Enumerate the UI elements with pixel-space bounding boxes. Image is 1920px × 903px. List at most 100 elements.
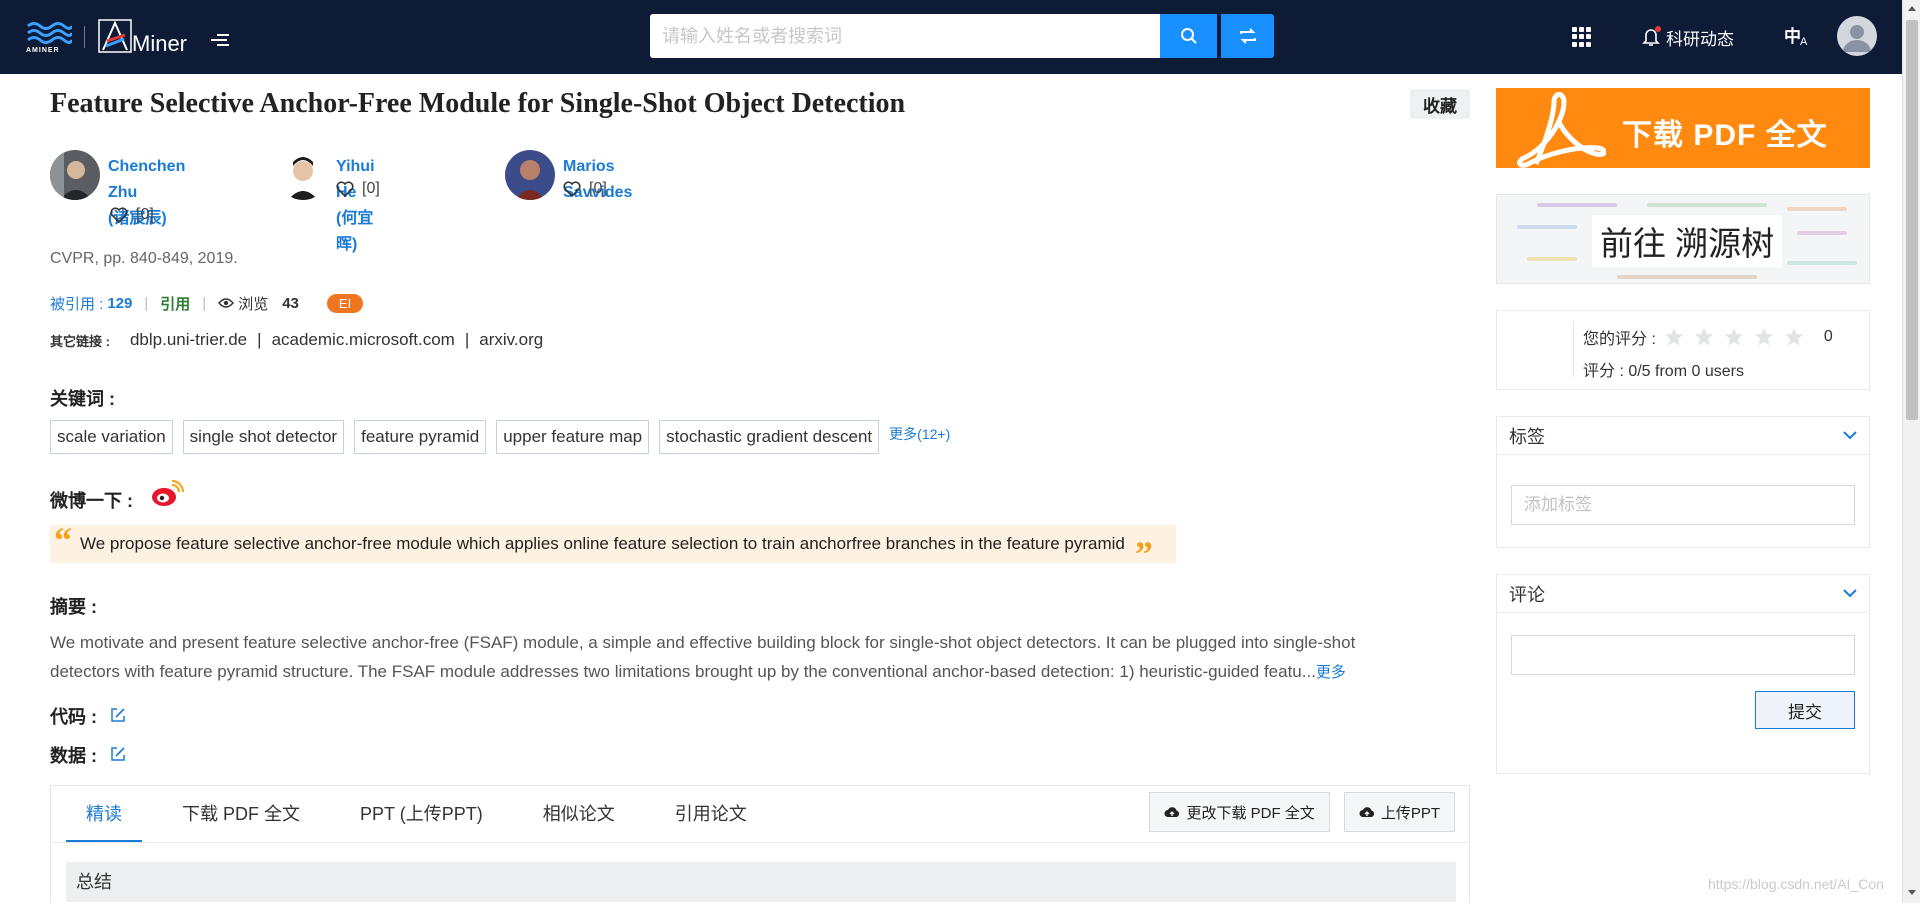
search-button[interactable] xyxy=(1160,14,1217,58)
download-pdf-banner-label: 下载 PDF 全文 xyxy=(1622,119,1828,152)
stats-divider: | xyxy=(144,294,149,312)
heart-icon xyxy=(563,181,581,197)
language-switch[interactable]: 中 A xyxy=(1784,22,1814,52)
lang-en-label: A xyxy=(1800,36,1808,48)
star-icon[interactable] xyxy=(1664,327,1684,347)
edit-icon[interactable] xyxy=(110,746,126,762)
app-name[interactable]: Miner xyxy=(132,31,187,57)
user-icon xyxy=(1843,25,1871,52)
paper-title: Feature Selective Anchor-Free Module for… xyxy=(50,88,906,119)
keyword-tag[interactable]: upper feature map xyxy=(496,420,650,454)
aminer-logo-icon[interactable] xyxy=(98,19,132,53)
swap-icon xyxy=(1239,28,1256,44)
author-like[interactable]: [0] xyxy=(110,206,154,224)
tab-similar-papers[interactable]: 相似论文 xyxy=(523,786,635,842)
keyword-tag[interactable]: stochastic gradient descent xyxy=(659,420,880,454)
upload-ppt-button[interactable]: 上传PPT xyxy=(1343,792,1455,832)
weibo-icon[interactable] xyxy=(150,480,184,508)
star-icon[interactable] xyxy=(1754,327,1774,347)
external-link[interactable]: arxiv.org xyxy=(479,330,543,350)
notification-dot xyxy=(1655,26,1661,32)
tags-card-title: 标签 xyxy=(1509,426,1545,447)
cited-by-count[interactable]: 129 xyxy=(107,295,132,312)
author-photo[interactable] xyxy=(278,150,328,200)
submit-comment-button[interactable]: 提交 xyxy=(1755,691,1855,729)
author-like-count: [0] xyxy=(136,206,154,223)
views-stat: 浏览 43 xyxy=(218,293,299,314)
lang-zh-label: 中 xyxy=(1784,27,1801,46)
comment-input[interactable] xyxy=(1511,635,1855,675)
ei-badge: EI xyxy=(326,293,364,313)
tags-card-header[interactable]: 标签 xyxy=(1497,417,1869,455)
tab-close-reading[interactable]: 精读 xyxy=(66,786,142,842)
rating-row: 您的评分 : 0 xyxy=(1583,325,1833,349)
scroll-down-arrow[interactable] xyxy=(1908,890,1916,895)
external-link[interactable]: academic.microsoft.com xyxy=(272,330,455,350)
chevron-down-icon[interactable] xyxy=(1843,589,1857,598)
keyword-tag[interactable]: single shot detector xyxy=(182,420,345,454)
trace-tree-banner[interactable]: 前往 溯源树 xyxy=(1496,194,1870,284)
summary-section: 总结 xyxy=(66,862,1456,902)
top-nav-bar: AMINER Miner 科研动态 中 A xyxy=(0,0,1902,74)
comments-card-header[interactable]: 评论 xyxy=(1497,575,1869,613)
keywords-heading: 关键词 : xyxy=(50,389,115,409)
author-like-count: [0] xyxy=(589,180,607,197)
download-pdf-banner[interactable]: 下载 PDF 全文 xyxy=(1496,88,1870,168)
scroll-up-arrow[interactable] xyxy=(1908,6,1916,11)
author-photo[interactable] xyxy=(505,150,555,200)
star-icon[interactable] xyxy=(1724,327,1744,347)
tab-ppt[interactable]: PPT (上传PPT) xyxy=(340,786,503,842)
link-divider: | xyxy=(257,330,262,349)
abstract-line: We motivate and present feature selectiv… xyxy=(50,633,1356,652)
page-scrollbar[interactable] xyxy=(1902,0,1920,903)
tab-download-pdf[interactable]: 下载 PDF 全文 xyxy=(162,786,320,842)
other-links: 其它链接 : dblp.uni-trier.de | academic.micr… xyxy=(50,330,543,350)
rating-count: 0 xyxy=(1823,328,1833,345)
star-icon[interactable] xyxy=(1784,327,1804,347)
tab-actions: 更改下载 PDF 全文 上传PPT xyxy=(1135,792,1455,832)
watermark: https://blog.csdn.net/AI_Con xyxy=(1708,876,1884,892)
tab-bar: 精读 下载 PDF 全文 PPT (上传PPT) 相似论文 引用论文 xyxy=(66,786,787,842)
keyword-tag[interactable]: feature pyramid xyxy=(354,420,487,454)
author-photo[interactable] xyxy=(50,150,100,200)
search-icon xyxy=(1180,28,1197,44)
org-logo-icon[interactable] xyxy=(26,20,72,50)
weibo-heading: 微博一下 : xyxy=(50,491,133,511)
cite-button[interactable]: 引用 xyxy=(160,293,190,314)
abstract-more-link[interactable]: 更多 xyxy=(1316,664,1346,681)
trace-tree-label: 前往 溯源树 xyxy=(1592,215,1783,267)
weibo-quote: “ We propose feature selective anchor-fr… xyxy=(50,522,1176,572)
edit-icon[interactable] xyxy=(110,707,126,723)
link-divider: | xyxy=(464,330,470,349)
author-like[interactable]: [0] xyxy=(563,180,607,198)
add-tag-input[interactable] xyxy=(1511,485,1855,525)
keywords-more-link[interactable]: 更多(12+) xyxy=(889,424,950,444)
swap-search-button[interactable] xyxy=(1221,14,1274,58)
author-like[interactable]: [0] xyxy=(336,180,380,198)
quote-close-mark: ” xyxy=(1134,534,1153,574)
research-news-link[interactable]: 科研动态 xyxy=(1642,24,1734,50)
tab-citing-papers[interactable]: 引用论文 xyxy=(655,786,767,842)
collect-button[interactable]: 收藏 xyxy=(1410,89,1470,119)
change-pdf-button[interactable]: 更改下载 PDF 全文 xyxy=(1149,792,1330,832)
scroll-thumb[interactable] xyxy=(1906,20,1918,420)
rating-stars xyxy=(1664,327,1814,347)
tabs-divider xyxy=(51,842,1469,843)
chevron-down-icon[interactable] xyxy=(1843,431,1857,440)
keyword-tag[interactable]: scale variation xyxy=(50,420,173,454)
search-input[interactable] xyxy=(650,14,1160,58)
rating-card: 您的评分 : 0 评分 : 0/5 from 0 users xyxy=(1496,310,1870,390)
star-icon[interactable] xyxy=(1694,327,1714,347)
menu-toggle-icon[interactable] xyxy=(211,34,229,50)
code-heading: 代码 : xyxy=(50,707,97,727)
author-name[interactable]: Yihui He (何宜晖) xyxy=(336,154,375,258)
paper-tabs-panel: 精读 下载 PDF 全文 PPT (上传PPT) 相似论文 引用论文 更改下载 … xyxy=(50,785,1470,903)
rating-divider xyxy=(1573,321,1574,377)
tags-card: 标签 xyxy=(1496,416,1870,548)
comments-card: 评论 提交 xyxy=(1496,574,1870,774)
apps-grid-icon[interactable] xyxy=(1572,27,1592,47)
cited-by-label[interactable]: 被引用 : xyxy=(50,293,103,314)
abstract-text: We motivate and present feature selectiv… xyxy=(50,628,1410,687)
external-link[interactable]: dblp.uni-trier.de xyxy=(130,330,247,350)
user-avatar[interactable] xyxy=(1837,16,1877,56)
